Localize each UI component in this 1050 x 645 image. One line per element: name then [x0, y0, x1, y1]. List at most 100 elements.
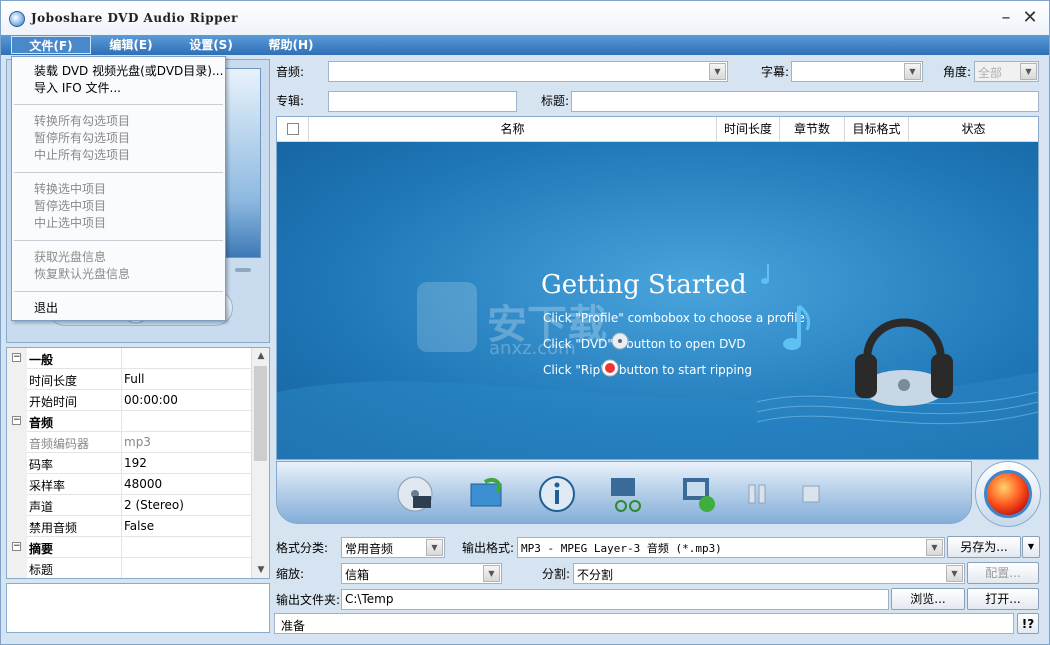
- prop-row-sample-rate[interactable]: 采样率 48000: [7, 474, 251, 495]
- prop-value: [121, 537, 251, 558]
- prop-row-duration[interactable]: 时间长度 Full: [7, 369, 251, 390]
- menu-settings[interactable]: 设置(S): [176, 36, 246, 54]
- title-input[interactable]: [571, 91, 1039, 112]
- chevron-down-icon[interactable]: ▼: [1020, 63, 1037, 80]
- collapse-icon[interactable]: −: [12, 353, 21, 362]
- chevron-down-icon[interactable]: ▼: [709, 63, 726, 80]
- prop-category-summary[interactable]: − 摘要: [7, 537, 251, 558]
- snapshot-icon[interactable]: [679, 474, 719, 514]
- collapse-icon[interactable]: −: [12, 542, 21, 551]
- prop-value[interactable]: [121, 558, 251, 578]
- prop-value[interactable]: False: [121, 516, 251, 537]
- getting-started-step-2: Click "DVD" " button to open DVD: [543, 337, 746, 351]
- collapse-icon[interactable]: −: [12, 416, 21, 425]
- menu-help[interactable]: 帮助(H): [256, 36, 326, 54]
- output-format-combo[interactable]: MP3 - MPEG Layer-3 音频 (*.mp3) ▼: [517, 537, 945, 558]
- property-description: [6, 583, 270, 633]
- prop-row-title[interactable]: 标题: [7, 558, 251, 578]
- dvd-open-icon[interactable]: [395, 474, 435, 514]
- status-text: 准备: [281, 619, 306, 633]
- column-target-format[interactable]: 目标格式: [845, 117, 909, 142]
- column-duration[interactable]: 时间长度: [717, 117, 780, 142]
- minimize-button[interactable]: –: [995, 7, 1017, 29]
- prop-value[interactable]: 00:00:00: [121, 390, 251, 411]
- prop-value[interactable]: 48000: [121, 474, 251, 495]
- save-as-button[interactable]: 另存为...: [947, 536, 1021, 558]
- menu-edit[interactable]: 编辑(E): [96, 36, 166, 54]
- title-label: 标题:: [541, 94, 570, 108]
- dvd-disc-icon: [611, 332, 629, 350]
- chevron-down-icon[interactable]: ▼: [946, 565, 963, 582]
- album-label: 专辑:: [276, 94, 305, 108]
- output-folder-value: C:\Temp: [345, 592, 394, 606]
- prop-row-audio-encoder[interactable]: 音频编码器 mp3: [7, 432, 251, 453]
- prop-category-general[interactable]: − 一般: [7, 348, 251, 369]
- column-name[interactable]: 名称: [309, 117, 717, 142]
- prop-value[interactable]: Full: [121, 369, 251, 390]
- output-folder-input[interactable]: C:\Temp: [341, 589, 889, 610]
- prop-value[interactable]: 2 (Stereo): [121, 495, 251, 516]
- clip-icon[interactable]: [607, 474, 647, 514]
- menu-get-disc-info[interactable]: 获取光盘信息: [34, 249, 106, 265]
- music-note-icon: [783, 304, 811, 350]
- browse-button[interactable]: 浏览...: [891, 588, 965, 610]
- menu-restore-disc-info[interactable]: 恢复默认光盘信息: [34, 266, 130, 282]
- chevron-down-icon[interactable]: ▼: [426, 539, 443, 556]
- album-input[interactable]: [328, 91, 517, 112]
- zoom-combo[interactable]: 信箱 ▼: [341, 563, 502, 584]
- info-icon[interactable]: [537, 474, 577, 514]
- close-button[interactable]: ✕: [1019, 7, 1041, 29]
- help-button[interactable]: !?: [1017, 613, 1039, 634]
- chevron-down-icon[interactable]: ▼: [904, 63, 921, 80]
- open-folder-button[interactable]: 打开...: [967, 588, 1039, 610]
- prop-key: 开始时间: [29, 395, 78, 409]
- prop-category-audio[interactable]: − 音频: [7, 411, 251, 432]
- scroll-down-icon[interactable]: ▼: [252, 562, 269, 578]
- prop-key: 摘要: [29, 542, 54, 556]
- pause-icon[interactable]: [737, 474, 777, 514]
- title-bar: Joboshare DVD Audio Ripper – ✕: [1, 1, 1049, 35]
- headphones-icon: [855, 318, 953, 406]
- prop-row-disable-audio[interactable]: 禁用音频 False: [7, 516, 251, 537]
- chevron-down-icon[interactable]: ▼: [483, 565, 500, 582]
- chevron-down-icon[interactable]: ▼: [926, 539, 943, 556]
- scroll-thumb[interactable]: [254, 366, 267, 461]
- menu-stop-all-checked[interactable]: 中止所有勾选项目: [34, 147, 130, 163]
- menu-pause-selected[interactable]: 暂停选中项目: [34, 198, 106, 214]
- scroll-up-icon[interactable]: ▲: [252, 348, 269, 364]
- prop-row-bitrate[interactable]: 码率 192: [7, 453, 251, 474]
- prop-row-start-time[interactable]: 开始时间 00:00:00: [7, 390, 251, 411]
- menu-bar: 文件(F) 编辑(E) 设置(S) 帮助(H): [1, 35, 1049, 55]
- menu-pause-all-checked[interactable]: 暂停所有勾选项目: [34, 130, 130, 146]
- load-folder-icon[interactable]: [467, 474, 507, 514]
- format-category-combo[interactable]: 常用音频 ▼: [341, 537, 445, 558]
- menu-separator: [14, 240, 223, 241]
- menu-convert-all-checked[interactable]: 转换所有勾选项目: [34, 113, 130, 129]
- save-as-dropdown-icon[interactable]: ▼: [1022, 536, 1040, 558]
- menu-load-dvd[interactable]: 装载 DVD 视频光盘(或DVD目录)...: [34, 63, 223, 79]
- property-scrollbar[interactable]: ▲ ▼: [251, 348, 269, 578]
- output-format-label: 输出格式:: [462, 541, 515, 555]
- prop-row-channels[interactable]: 声道 2 (Stereo): [7, 495, 251, 516]
- split-combo[interactable]: 不分割 ▼: [573, 563, 965, 584]
- config-button[interactable]: 配置...: [967, 562, 1039, 584]
- menu-import-ifo[interactable]: 导入 IFO 文件...: [34, 80, 121, 96]
- rip-icon[interactable]: [984, 470, 1032, 518]
- column-status[interactable]: 状态: [909, 117, 1038, 142]
- column-chapters[interactable]: 章节数: [780, 117, 845, 142]
- prop-value: [121, 411, 251, 432]
- subtitle-combo[interactable]: ▼: [791, 61, 923, 82]
- stop-icon[interactable]: [791, 474, 831, 514]
- select-all-checkbox[interactable]: [287, 123, 299, 135]
- menu-convert-selected[interactable]: 转换选中项目: [34, 181, 106, 197]
- angle-combo[interactable]: 全部 ▼: [974, 61, 1039, 82]
- split-label: 分割:: [542, 567, 571, 581]
- seek-slider[interactable]: [235, 268, 251, 272]
- prop-value[interactable]: mp3: [121, 432, 251, 453]
- audio-combo[interactable]: ▼: [328, 61, 728, 82]
- menu-stop-selected[interactable]: 中止选中项目: [34, 215, 106, 231]
- prop-value[interactable]: 192: [121, 453, 251, 474]
- menu-file[interactable]: 文件(F): [11, 36, 91, 54]
- menu-exit[interactable]: 退出: [34, 300, 58, 316]
- prop-key: 禁用音频: [29, 521, 78, 535]
